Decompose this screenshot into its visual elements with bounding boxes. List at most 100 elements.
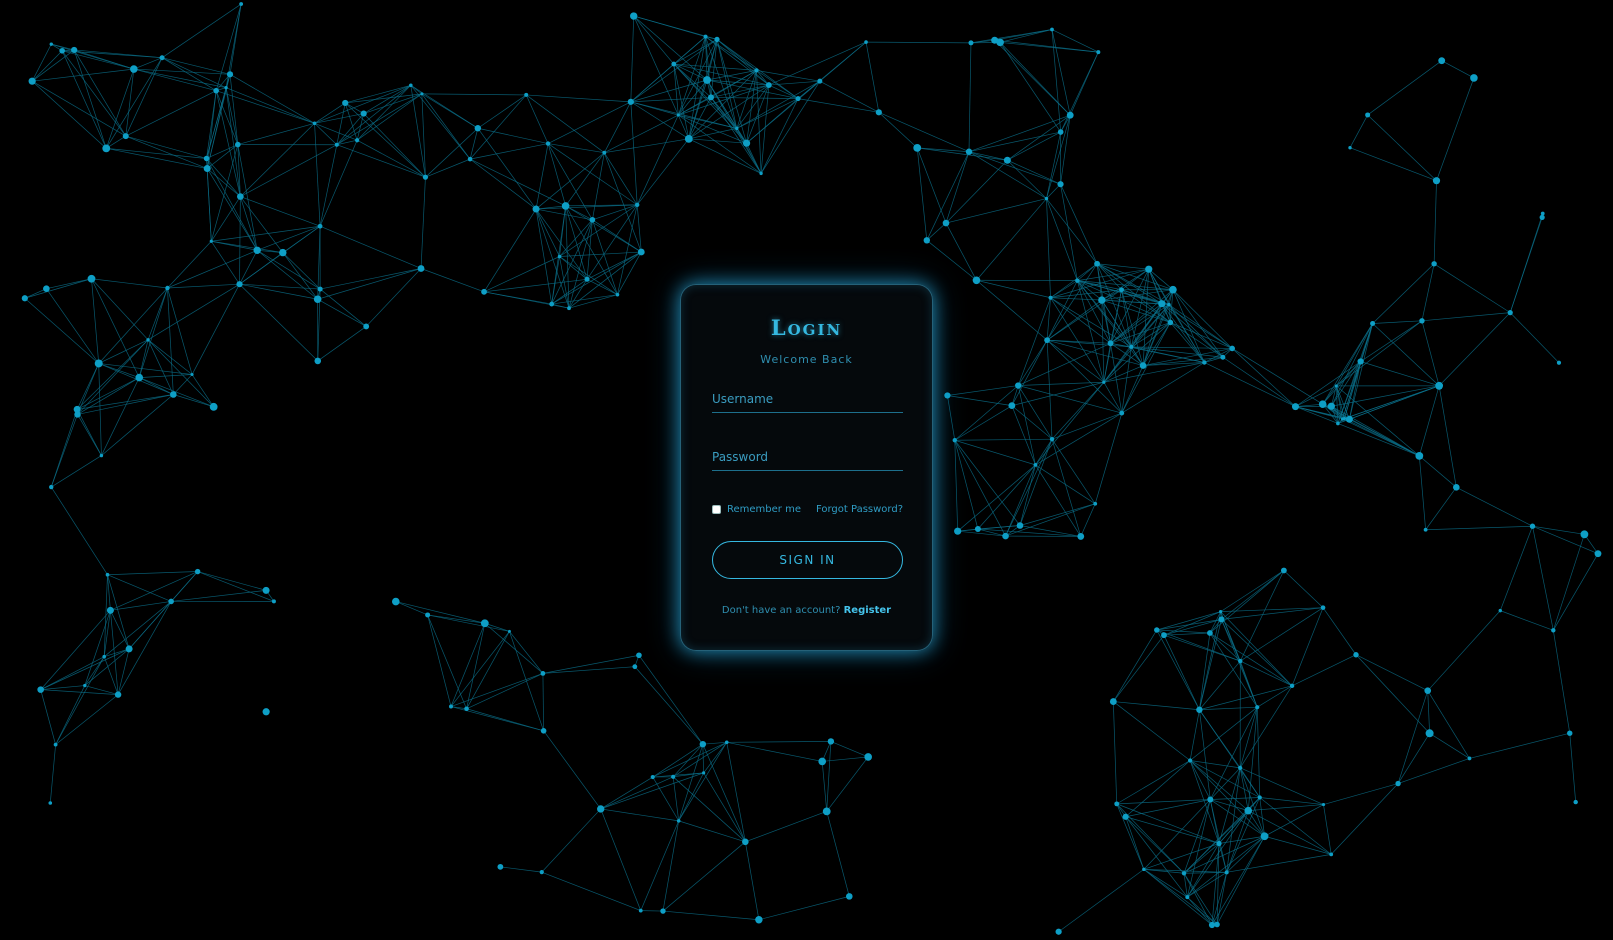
network-line xyxy=(1163,635,1200,710)
network-node xyxy=(481,288,487,295)
network-node xyxy=(1291,403,1299,411)
network-line xyxy=(1007,159,1061,185)
network-line xyxy=(954,438,1053,441)
network-node xyxy=(392,597,400,606)
network-line xyxy=(1000,29,1053,43)
network-line xyxy=(1007,131,1061,161)
username-input[interactable] xyxy=(712,385,903,412)
network-line xyxy=(526,94,605,153)
network-line xyxy=(50,486,108,575)
network-node xyxy=(1594,550,1602,558)
network-node xyxy=(1224,870,1229,875)
network-line xyxy=(926,240,977,281)
network-line xyxy=(1264,804,1324,837)
network-node xyxy=(213,87,219,94)
network-node xyxy=(28,77,36,85)
network-line xyxy=(525,94,549,144)
network-line xyxy=(1438,385,1457,488)
network-node xyxy=(1415,451,1424,460)
network-line xyxy=(257,225,321,251)
network-line xyxy=(147,287,168,340)
network-line xyxy=(1143,869,1213,926)
network-node xyxy=(1498,608,1502,613)
network-node xyxy=(194,568,201,575)
network-node xyxy=(968,40,974,46)
network-node xyxy=(632,664,638,670)
network-line xyxy=(592,219,618,295)
network-line xyxy=(1331,405,1420,457)
network-line xyxy=(1204,362,1296,407)
network-line xyxy=(542,654,640,674)
network-node xyxy=(1158,300,1166,308)
network-line xyxy=(746,143,762,174)
network-line xyxy=(543,730,602,810)
network-line xyxy=(1112,701,1118,804)
sign-in-button[interactable]: SIGN IN xyxy=(712,541,903,579)
network-node xyxy=(1033,462,1038,467)
network-line xyxy=(425,127,479,178)
password-input[interactable] xyxy=(712,443,903,470)
network-node xyxy=(1161,632,1167,639)
network-node xyxy=(1357,358,1364,365)
network-node xyxy=(271,599,276,604)
network-line xyxy=(1291,607,1324,686)
network-node xyxy=(1348,145,1352,150)
network-line xyxy=(477,127,549,144)
network-line xyxy=(237,122,315,145)
network-line xyxy=(1427,690,1470,759)
network-line xyxy=(1291,654,1357,687)
network-line xyxy=(1218,843,1228,873)
network-line xyxy=(1142,304,1170,366)
network-line xyxy=(40,689,119,695)
network-line xyxy=(51,455,102,488)
network-node xyxy=(699,740,707,748)
network-node xyxy=(1107,340,1114,347)
network-node xyxy=(1057,129,1064,135)
network-node xyxy=(1320,605,1326,610)
network-node xyxy=(1334,384,1338,388)
network-node xyxy=(1094,260,1100,267)
login-subtitle: Welcome Back xyxy=(760,353,853,366)
network-node xyxy=(312,121,317,126)
network-node xyxy=(203,165,211,173)
network-line xyxy=(314,123,321,227)
network-line xyxy=(917,147,1008,161)
network-line xyxy=(1552,630,1571,734)
network-node xyxy=(1345,415,1353,423)
network-node xyxy=(1139,362,1147,369)
remember-me[interactable]: Remember me xyxy=(712,504,801,515)
network-node xyxy=(952,438,957,443)
network-line xyxy=(1103,362,1205,383)
network-line xyxy=(926,222,947,241)
password-field xyxy=(712,443,903,471)
network-line xyxy=(317,298,367,327)
network-node xyxy=(37,686,44,693)
network-node xyxy=(636,652,642,659)
network-line xyxy=(672,776,680,821)
network-line xyxy=(1349,418,1420,457)
network-node xyxy=(742,139,751,147)
network-line xyxy=(1210,799,1249,811)
network-line xyxy=(630,101,638,205)
network-line xyxy=(1239,570,1285,662)
network-node xyxy=(1044,337,1051,344)
network-node xyxy=(1395,780,1401,787)
network-line xyxy=(638,655,704,745)
network-line xyxy=(947,385,1019,396)
network-node xyxy=(71,46,78,54)
network-line xyxy=(542,673,544,731)
network-line xyxy=(191,284,240,375)
network-line xyxy=(147,339,193,375)
network-node xyxy=(355,138,360,143)
network-line xyxy=(1113,701,1191,761)
network-line xyxy=(1143,869,1218,925)
forgot-password-link[interactable]: Forgot Password? xyxy=(816,504,903,515)
network-node xyxy=(342,99,349,107)
network-line xyxy=(945,151,970,224)
network-node xyxy=(1066,111,1074,119)
network-node xyxy=(1340,417,1345,421)
register-link[interactable]: Register xyxy=(844,605,892,616)
remember-me-checkbox[interactable] xyxy=(712,505,721,514)
network-node xyxy=(59,47,65,54)
network-line xyxy=(1211,836,1265,926)
